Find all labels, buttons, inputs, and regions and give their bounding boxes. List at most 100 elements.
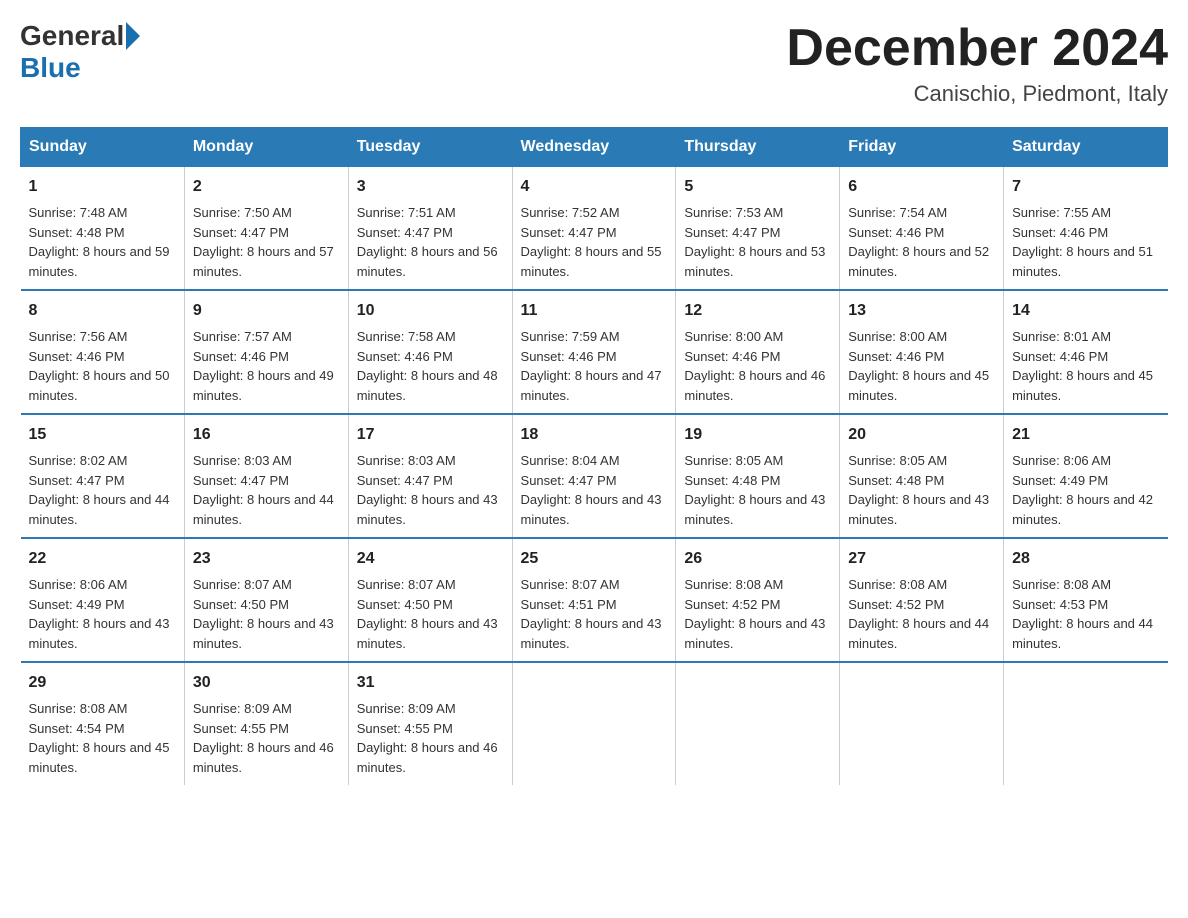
table-row: 13 Sunrise: 8:00 AMSunset: 4:46 PMDaylig… [840,290,1004,414]
day-number: 23 [193,547,340,571]
day-number: 1 [29,175,176,199]
day-number: 27 [848,547,995,571]
day-number: 28 [1012,547,1159,571]
col-wednesday: Wednesday [512,128,676,167]
day-info: Sunrise: 7:53 AMSunset: 4:47 PMDaylight:… [684,205,825,279]
day-number: 14 [1012,299,1159,323]
day-number: 21 [1012,423,1159,447]
day-info: Sunrise: 8:07 AMSunset: 4:50 PMDaylight:… [357,577,498,651]
table-row [1004,662,1168,785]
day-info: Sunrise: 8:05 AMSunset: 4:48 PMDaylight:… [848,453,989,527]
day-info: Sunrise: 8:05 AMSunset: 4:48 PMDaylight:… [684,453,825,527]
logo: General Blue [20,20,140,84]
day-info: Sunrise: 8:03 AMSunset: 4:47 PMDaylight:… [193,453,334,527]
col-tuesday: Tuesday [348,128,512,167]
day-info: Sunrise: 8:08 AMSunset: 4:54 PMDaylight:… [29,701,170,775]
day-number: 20 [848,423,995,447]
logo-general-text: General [20,20,124,52]
day-info: Sunrise: 8:09 AMSunset: 4:55 PMDaylight:… [193,701,334,775]
table-row: 17 Sunrise: 8:03 AMSunset: 4:47 PMDaylig… [348,414,512,538]
title-section: December 2024 Canischio, Piedmont, Italy [786,20,1168,107]
day-info: Sunrise: 8:03 AMSunset: 4:47 PMDaylight:… [357,453,498,527]
logo-arrow-icon [126,22,140,50]
day-number: 9 [193,299,340,323]
table-row: 1 Sunrise: 7:48 AMSunset: 4:48 PMDayligh… [21,167,185,291]
day-info: Sunrise: 7:52 AMSunset: 4:47 PMDaylight:… [521,205,662,279]
logo-blue-text: Blue [20,52,81,84]
calendar-week-row: 15 Sunrise: 8:02 AMSunset: 4:47 PMDaylig… [21,414,1168,538]
table-row: 18 Sunrise: 8:04 AMSunset: 4:47 PMDaylig… [512,414,676,538]
table-row: 9 Sunrise: 7:57 AMSunset: 4:46 PMDayligh… [184,290,348,414]
day-number: 26 [684,547,831,571]
day-info: Sunrise: 8:02 AMSunset: 4:47 PMDaylight:… [29,453,170,527]
table-row: 10 Sunrise: 7:58 AMSunset: 4:46 PMDaylig… [348,290,512,414]
table-row: 22 Sunrise: 8:06 AMSunset: 4:49 PMDaylig… [21,538,185,662]
day-info: Sunrise: 8:09 AMSunset: 4:55 PMDaylight:… [357,701,498,775]
day-info: Sunrise: 7:51 AMSunset: 4:47 PMDaylight:… [357,205,498,279]
table-row [676,662,840,785]
table-row: 21 Sunrise: 8:06 AMSunset: 4:49 PMDaylig… [1004,414,1168,538]
calendar-week-row: 8 Sunrise: 7:56 AMSunset: 4:46 PMDayligh… [21,290,1168,414]
month-year-title: December 2024 [786,20,1168,77]
table-row: 25 Sunrise: 8:07 AMSunset: 4:51 PMDaylig… [512,538,676,662]
col-sunday: Sunday [21,128,185,167]
table-row: 6 Sunrise: 7:54 AMSunset: 4:46 PMDayligh… [840,167,1004,291]
table-row: 4 Sunrise: 7:52 AMSunset: 4:47 PMDayligh… [512,167,676,291]
table-row: 28 Sunrise: 8:08 AMSunset: 4:53 PMDaylig… [1004,538,1168,662]
day-number: 30 [193,671,340,695]
day-number: 7 [1012,175,1159,199]
day-number: 19 [684,423,831,447]
table-row: 24 Sunrise: 8:07 AMSunset: 4:50 PMDaylig… [348,538,512,662]
col-thursday: Thursday [676,128,840,167]
calendar-week-row: 1 Sunrise: 7:48 AMSunset: 4:48 PMDayligh… [21,167,1168,291]
table-row: 2 Sunrise: 7:50 AMSunset: 4:47 PMDayligh… [184,167,348,291]
day-info: Sunrise: 7:57 AMSunset: 4:46 PMDaylight:… [193,329,334,403]
calendar-week-row: 22 Sunrise: 8:06 AMSunset: 4:49 PMDaylig… [21,538,1168,662]
table-row: 8 Sunrise: 7:56 AMSunset: 4:46 PMDayligh… [21,290,185,414]
day-number: 18 [521,423,668,447]
table-row [512,662,676,785]
table-row: 16 Sunrise: 8:03 AMSunset: 4:47 PMDaylig… [184,414,348,538]
day-info: Sunrise: 8:01 AMSunset: 4:46 PMDaylight:… [1012,329,1153,403]
table-row: 11 Sunrise: 7:59 AMSunset: 4:46 PMDaylig… [512,290,676,414]
location-subtitle: Canischio, Piedmont, Italy [786,81,1168,107]
table-row: 31 Sunrise: 8:09 AMSunset: 4:55 PMDaylig… [348,662,512,785]
table-row: 20 Sunrise: 8:05 AMSunset: 4:48 PMDaylig… [840,414,1004,538]
day-info: Sunrise: 8:00 AMSunset: 4:46 PMDaylight:… [848,329,989,403]
day-info: Sunrise: 8:07 AMSunset: 4:50 PMDaylight:… [193,577,334,651]
table-row: 27 Sunrise: 8:08 AMSunset: 4:52 PMDaylig… [840,538,1004,662]
day-info: Sunrise: 7:59 AMSunset: 4:46 PMDaylight:… [521,329,662,403]
day-info: Sunrise: 8:08 AMSunset: 4:52 PMDaylight:… [848,577,989,651]
header: General Blue December 2024 Canischio, Pi… [20,20,1168,107]
day-number: 11 [521,299,668,323]
day-info: Sunrise: 8:08 AMSunset: 4:53 PMDaylight:… [1012,577,1153,651]
day-number: 6 [848,175,995,199]
day-number: 31 [357,671,504,695]
day-info: Sunrise: 8:00 AMSunset: 4:46 PMDaylight:… [684,329,825,403]
day-number: 22 [29,547,176,571]
table-row: 15 Sunrise: 8:02 AMSunset: 4:47 PMDaylig… [21,414,185,538]
day-info: Sunrise: 7:56 AMSunset: 4:46 PMDaylight:… [29,329,170,403]
table-row: 29 Sunrise: 8:08 AMSunset: 4:54 PMDaylig… [21,662,185,785]
table-row [840,662,1004,785]
table-row: 14 Sunrise: 8:01 AMSunset: 4:46 PMDaylig… [1004,290,1168,414]
day-number: 17 [357,423,504,447]
table-row: 30 Sunrise: 8:09 AMSunset: 4:55 PMDaylig… [184,662,348,785]
day-number: 5 [684,175,831,199]
table-row: 19 Sunrise: 8:05 AMSunset: 4:48 PMDaylig… [676,414,840,538]
calendar-table: Sunday Monday Tuesday Wednesday Thursday… [20,127,1168,785]
calendar-week-row: 29 Sunrise: 8:08 AMSunset: 4:54 PMDaylig… [21,662,1168,785]
day-info: Sunrise: 8:07 AMSunset: 4:51 PMDaylight:… [521,577,662,651]
day-number: 12 [684,299,831,323]
day-info: Sunrise: 7:48 AMSunset: 4:48 PMDaylight:… [29,205,170,279]
day-info: Sunrise: 8:06 AMSunset: 4:49 PMDaylight:… [1012,453,1153,527]
day-number: 8 [29,299,176,323]
day-number: 13 [848,299,995,323]
table-row: 26 Sunrise: 8:08 AMSunset: 4:52 PMDaylig… [676,538,840,662]
col-monday: Monday [184,128,348,167]
day-number: 16 [193,423,340,447]
day-info: Sunrise: 7:50 AMSunset: 4:47 PMDaylight:… [193,205,334,279]
table-row: 12 Sunrise: 8:00 AMSunset: 4:46 PMDaylig… [676,290,840,414]
day-number: 2 [193,175,340,199]
day-number: 4 [521,175,668,199]
